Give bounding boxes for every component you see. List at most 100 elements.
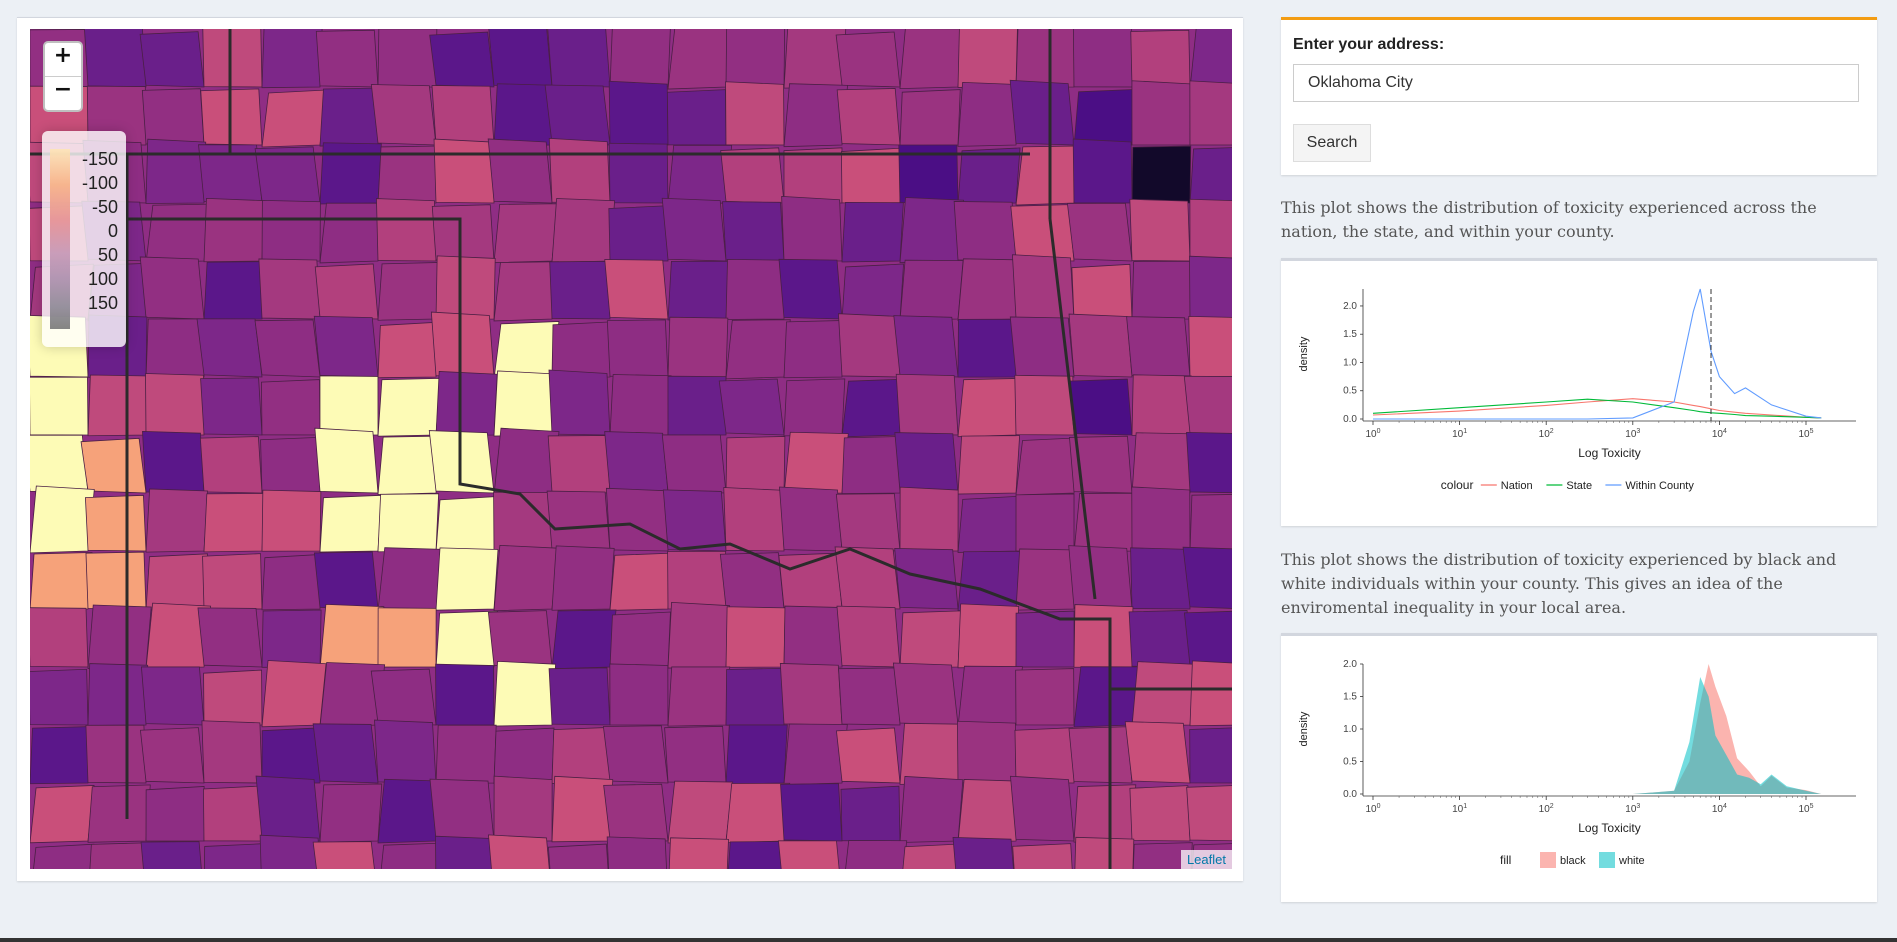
county-polygon [664, 725, 727, 784]
county-polygon [140, 841, 202, 869]
county-polygon [319, 494, 382, 553]
county-polygon [254, 319, 321, 378]
county-polygon [549, 260, 611, 320]
county-polygon [551, 321, 612, 378]
legend-label: -150 [81, 149, 118, 169]
plot2-description: This plot shows the distribution of toxi… [1281, 550, 1837, 617]
county-polygon [1068, 726, 1133, 784]
choropleth-map[interactable]: + − -150 -100 -50 0 50 100 150 Leaflet [30, 29, 1232, 869]
county-polygon [1073, 666, 1140, 728]
county-polygon [319, 783, 383, 843]
county-polygon [261, 660, 327, 728]
county-polygon [377, 321, 439, 379]
y-tick-label: 1.0 [1343, 724, 1357, 735]
search-button[interactable]: Search [1293, 124, 1371, 162]
county-polygon [87, 784, 151, 843]
county-polygon [899, 722, 963, 785]
county-polygon [668, 837, 729, 869]
y-tick-label: 1.5 [1343, 692, 1357, 703]
x-tick-label: 100 [1365, 428, 1380, 440]
county-polygon [319, 202, 385, 264]
county-polygon [838, 667, 901, 726]
county-polygon [1014, 727, 1075, 784]
county-polygon [1129, 198, 1191, 262]
county-polygon [30, 434, 89, 494]
county-polygon [609, 663, 669, 726]
county-polygon [957, 720, 1017, 784]
county-polygon [779, 486, 843, 552]
address-input[interactable] [1293, 64, 1859, 102]
y-axis-label: density [1298, 711, 1310, 746]
county-polygon [1009, 79, 1075, 146]
county-polygon [30, 485, 95, 554]
y-tick-label: 0.5 [1343, 386, 1357, 397]
county-polygon [899, 776, 964, 843]
toxicity-distribution-plot: 0.0 0.5 1.0 1.5 2.0 100 101 102 103 104 105 Log Tox… [1281, 258, 1877, 526]
county-polygon [783, 147, 843, 204]
county-polygon [1072, 29, 1133, 88]
county-polygon [30, 376, 89, 436]
county-polygon [145, 203, 212, 264]
county-polygon [546, 490, 611, 552]
county-polygon [609, 374, 672, 437]
county-polygon [89, 842, 150, 869]
county-polygon [493, 544, 559, 612]
county-polygon [1015, 548, 1079, 611]
county-polygon [493, 727, 555, 785]
county-polygon [30, 785, 95, 844]
x-axis-label: Log Toxicity [1578, 821, 1640, 835]
county-polygon [667, 375, 727, 436]
county-polygon [433, 138, 495, 204]
county-polygon [778, 258, 843, 320]
series-line-state [1372, 398, 1822, 419]
county-polygon [30, 552, 93, 611]
county-polygon [899, 259, 964, 321]
county-polygon [203, 785, 263, 842]
county-polygon [841, 436, 903, 495]
county-polygon [606, 836, 667, 869]
county-polygon [203, 197, 265, 263]
county-polygon [493, 775, 553, 842]
x-tick-label: 100 [1365, 803, 1380, 815]
map-legend: -150 -100 -50 0 50 100 150 [42, 131, 126, 347]
zoom-in-button[interactable]: + [45, 43, 81, 77]
legend-label: 0 [107, 221, 118, 241]
x-tick-label: 102 [1539, 428, 1554, 440]
county-polygon [779, 663, 843, 726]
county-polygon [899, 89, 961, 147]
county-polygon [319, 375, 379, 436]
county-polygon [260, 436, 321, 494]
county-polygon [1130, 29, 1191, 88]
county-polygon [725, 782, 791, 844]
county-polygon [547, 29, 611, 88]
county-polygon [893, 315, 959, 378]
county-polygon [314, 263, 379, 320]
county-polygon [33, 843, 95, 869]
county-polygon [435, 547, 499, 611]
county-polygon [723, 487, 785, 552]
county-polygon [142, 430, 205, 494]
county-polygon [1131, 661, 1197, 728]
leaflet-attribution-link[interactable]: Leaflet [1180, 850, 1232, 869]
county-polygon [725, 29, 786, 88]
county-polygon [1131, 432, 1195, 495]
county-polygon [899, 29, 964, 90]
county-polygon [1189, 29, 1232, 90]
county-polygons[interactable] [30, 29, 1232, 869]
county-polygon [548, 667, 611, 726]
county-polygon [377, 607, 437, 668]
plot1-description: This plot shows the distribution of toxi… [1281, 198, 1817, 241]
legend-label: Within County [1625, 480, 1694, 492]
county-polygon [1131, 486, 1191, 552]
county-polygon [261, 379, 321, 436]
y-tick-label: 0.0 [1343, 789, 1357, 800]
county-polygon [202, 553, 263, 610]
county-polygon [1072, 138, 1133, 204]
county-polygon [435, 663, 495, 726]
zoom-out-button[interactable]: − [45, 77, 81, 110]
county-polygon [493, 370, 557, 437]
county-polygon [377, 547, 444, 612]
county-polygon [551, 198, 616, 263]
county-polygon [313, 315, 379, 378]
legend-label: 100 [87, 269, 118, 289]
